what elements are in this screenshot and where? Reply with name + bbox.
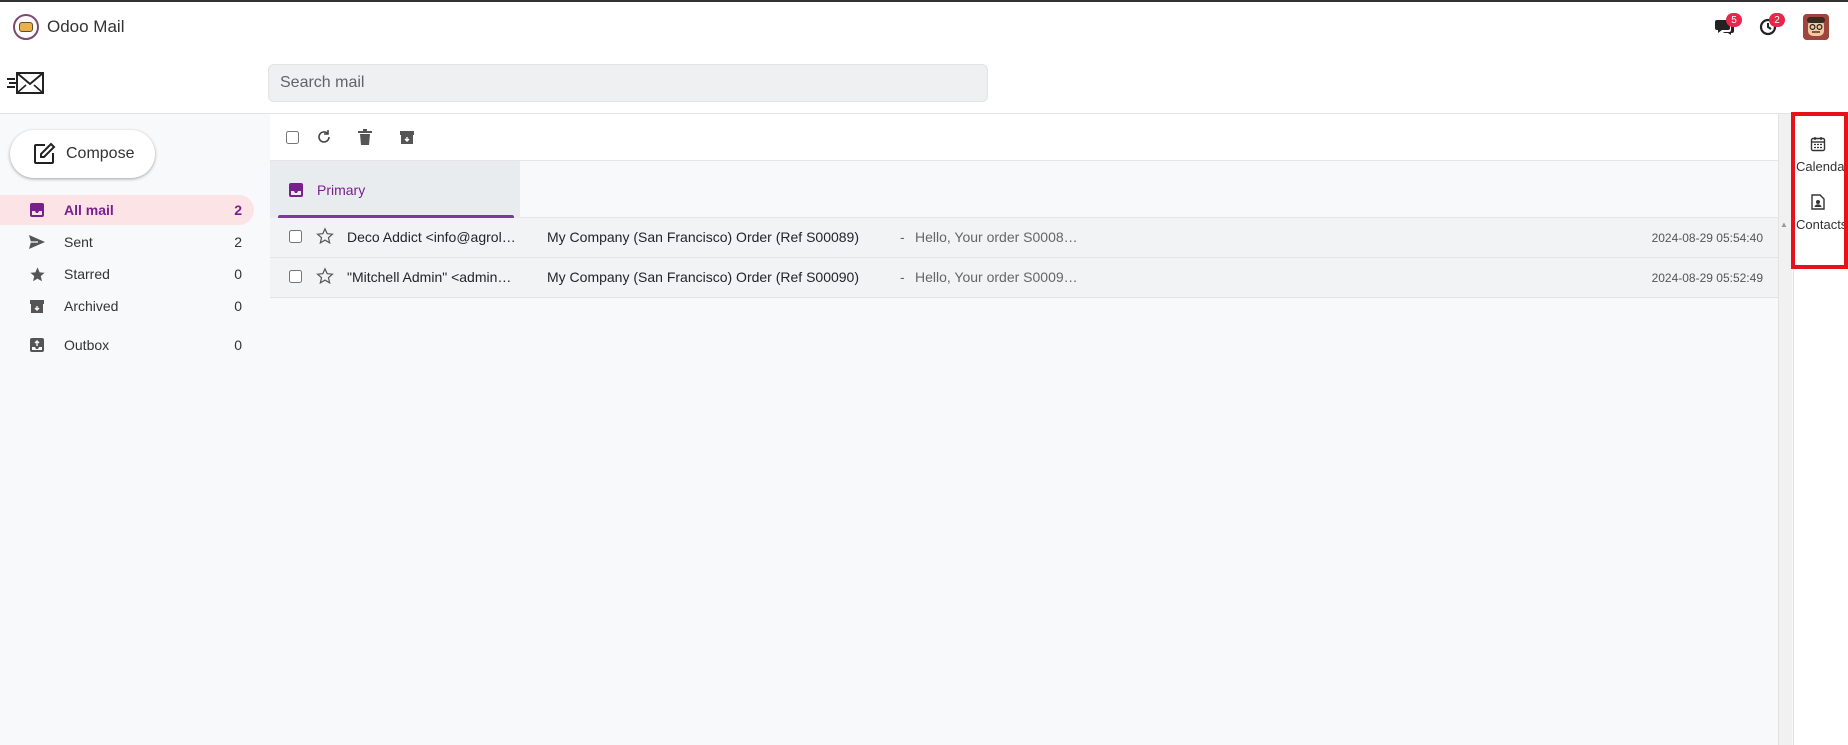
sidebar: Compose All mail 2 Sent 2 Starred 0 Arch… [0,114,268,745]
refresh-button[interactable] [315,128,333,146]
sidebar-item-label: Archived [64,298,119,314]
star-outline-icon[interactable] [316,267,334,285]
select-all-checkbox[interactable] [286,131,299,144]
mail-separator: - [900,269,905,285]
mail-row[interactable]: "Mitchell Admin" <admin@yourcompany.exam… [270,258,1778,298]
star-outline-icon[interactable] [316,227,334,245]
sidebar-item-label: Outbox [64,337,110,353]
sidebar-item-archived[interactable]: Archived 0 [0,291,254,321]
mail-date: 2024-08-29 05:52:49 [1651,271,1763,285]
star-icon [28,265,46,283]
sidebar-item-count: 0 [234,337,242,353]
inbox-icon [28,201,46,219]
sidebar-item-label: Starred [64,266,110,282]
mail-main-panel: Primary Deco Addict <info@agrolait.com> … [270,114,1778,745]
mail-separator: - [900,229,905,245]
mail-from: Deco Addict <info@agrolait.com> [347,229,517,245]
mail-toolbar [270,114,1778,161]
avatar-face-icon [1803,14,1829,40]
mail-preview: Hello, Your order S00089 amounting [915,229,1078,245]
odoo-mail-logo-icon[interactable] [13,14,39,40]
calendar-icon [1794,136,1848,156]
mail-preview: Hello, Your order S00090 amounting [915,269,1078,285]
sidebar-item-count: 2 [234,234,242,250]
search-row [0,52,1848,114]
tab-primary[interactable]: Primary [270,161,520,218]
mail-subject: My Company (San Francisco) Order (Ref S0… [547,269,859,285]
tab-primary-label: Primary [317,181,366,198]
activity-badge: 2 [1769,13,1785,27]
archive-button[interactable] [398,128,416,146]
mail-tabs: Primary [270,161,1778,218]
delete-button[interactable] [356,128,374,146]
mail-from: "Mitchell Admin" <admin@yourcompany.exam… [347,269,517,285]
mail-row-checkbox[interactable] [289,270,302,283]
sidebar-item-count: 2 [234,202,242,218]
sidebar-item-all-mail[interactable]: All mail 2 [0,195,254,225]
messages-button[interactable]: 5 [1714,13,1742,37]
sidebar-item-count: 0 [234,266,242,282]
scroll-up-arrow-icon[interactable]: ▲ [1780,220,1788,229]
calendar-app-button[interactable]: Calendar [1794,130,1848,182]
trash-icon [358,129,372,145]
compose-label: Compose [66,145,135,162]
search-input[interactable] [268,64,988,102]
mail-date: 2024-08-29 05:54:40 [1651,231,1763,245]
side-apps-panel: Calendar Contacts [1793,114,1848,745]
sidebar-item-outbox[interactable]: Outbox 0 [0,330,254,360]
compose-button[interactable]: Compose [10,130,155,178]
contacts-app-label: Contacts [1796,217,1848,232]
sidebar-item-sent[interactable]: Sent 2 [0,227,254,257]
calendar-app-label: Calendar [1796,159,1848,174]
contacts-app-button[interactable]: Contacts [1794,188,1848,240]
app-title: Odoo Mail [47,17,125,36]
mail-row-checkbox[interactable] [289,230,302,243]
sidebar-item-count: 0 [234,298,242,314]
archive-icon [28,297,46,315]
archive-icon [400,131,414,144]
mail-list: Deco Addict <info@agrolait.com> My Compa… [270,218,1778,298]
send-icon [28,233,46,251]
mail-subject: My Company (San Francisco) Order (Ref S0… [547,229,859,245]
compose-icon [34,142,56,164]
user-avatar[interactable] [1803,14,1829,40]
refresh-icon [318,130,330,143]
contact-card-icon [1794,194,1848,214]
messages-badge: 5 [1726,13,1742,27]
sidebar-item-label: Sent [64,234,93,250]
mail-row[interactable]: Deco Addict <info@agrolait.com> My Compa… [270,218,1778,258]
inbox-icon [288,182,304,198]
top-navbar: Odoo Mail 5 2 [0,2,1848,52]
mail-logo-icon[interactable] [7,70,45,96]
sidebar-item-starred[interactable]: Starred 0 [0,259,254,289]
vertical-scrollbar[interactable] [1778,114,1792,745]
activity-button[interactable]: 2 [1757,13,1785,37]
sidebar-item-label: All mail [64,202,114,218]
outbox-icon [28,336,46,354]
